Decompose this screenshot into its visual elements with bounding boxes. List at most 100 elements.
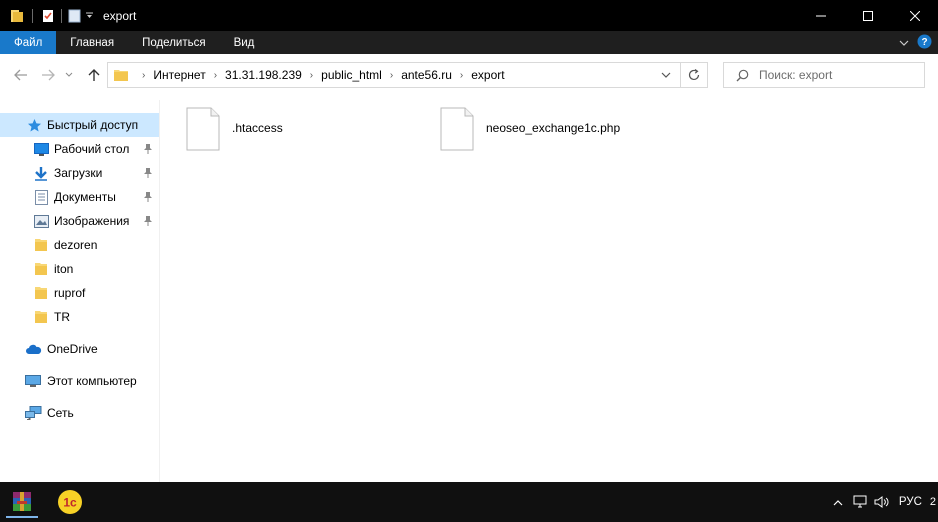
sidebar-item-tr[interactable]: TR xyxy=(0,305,159,329)
recent-locations-button[interactable] xyxy=(63,66,75,84)
title-bar: export xyxy=(0,0,938,31)
breadcrumb-public-html[interactable]: public_html xyxy=(321,68,382,82)
sidebar-item-label: Быстрый доступ xyxy=(47,118,139,132)
sidebar-item-iton[interactable]: iton xyxy=(0,257,159,281)
star-icon xyxy=(26,117,42,133)
expand-ribbon-icon[interactable] xyxy=(899,36,909,50)
chevron-down-icon xyxy=(661,72,671,78)
input-language-indicator[interactable]: РУС xyxy=(893,496,930,508)
up-arrow-icon xyxy=(88,69,100,81)
sidebar-item-pictures[interactable]: Изображения xyxy=(0,209,159,233)
sidebar-item-label: Сеть xyxy=(47,406,74,420)
folder-icon xyxy=(33,261,49,277)
sidebar-item-label: ruprof xyxy=(54,286,86,300)
folder-icon xyxy=(114,70,128,81)
winrar-icon xyxy=(13,492,31,511)
pin-icon[interactable] xyxy=(143,143,153,155)
search-icon xyxy=(736,69,749,81)
chevron-right-icon[interactable]: › xyxy=(310,70,313,81)
pin-icon[interactable] xyxy=(143,191,153,203)
show-hidden-icons-button[interactable] xyxy=(827,482,849,522)
chevron-right-icon[interactable]: › xyxy=(214,70,217,81)
sidebar-item-label: Этот компьютер xyxy=(47,374,137,388)
folder-icon xyxy=(33,285,49,301)
taskbar: 1c РУС 2 xyxy=(0,482,938,522)
sidebar-item-ruprof[interactable]: ruprof xyxy=(0,281,159,305)
taskbar-winrar[interactable] xyxy=(2,486,42,518)
tab-home[interactable]: Главная xyxy=(56,31,128,54)
chevron-down-icon xyxy=(65,72,73,77)
sidebar-item-quick-access[interactable]: Быстрый доступ xyxy=(0,113,159,137)
tab-file[interactable]: Файл xyxy=(0,31,57,54)
sidebar-item-label: iton xyxy=(54,262,74,276)
search-box[interactable] xyxy=(723,62,925,88)
network-status-icon xyxy=(853,495,867,508)
properties-icon[interactable] xyxy=(40,8,56,24)
sidebar-item-network[interactable]: Сеть xyxy=(0,401,159,425)
ribbon-tabs: Файл Главная Поделиться Вид ? xyxy=(0,31,938,54)
pictures-icon xyxy=(33,213,49,229)
sidebar-item-desktop[interactable]: Рабочий стол xyxy=(0,137,159,161)
help-icon[interactable]: ? xyxy=(917,34,932,52)
minimize-icon xyxy=(815,15,826,16)
sidebar-item-documents[interactable]: Документы xyxy=(0,185,159,209)
address-bar[interactable]: › Интернет › 31.31.198.239 › public_html… xyxy=(107,62,681,88)
breadcrumb-domain[interactable]: ante56.ru xyxy=(401,68,452,82)
pin-icon[interactable] xyxy=(143,215,153,227)
svg-text:?: ? xyxy=(921,37,927,48)
back-button[interactable] xyxy=(11,66,31,84)
cloud-icon xyxy=(24,341,42,357)
customize-toolbar-icon[interactable] xyxy=(83,8,95,24)
new-folder-icon[interactable] xyxy=(67,8,83,24)
folder-icon xyxy=(33,237,49,253)
sidebar-item-label: Изображения xyxy=(54,214,130,228)
sidebar-item-label: TR xyxy=(54,310,70,324)
address-dropdown-button[interactable] xyxy=(653,62,679,88)
minimize-button[interactable] xyxy=(797,0,844,31)
file-name: .htaccess xyxy=(232,121,283,135)
file-list: .htaccess neoseo_exchange1c.php xyxy=(161,100,938,482)
navigation-pane: Быстрый доступ Рабочий стол Загрузки Док… xyxy=(0,100,160,482)
sidebar-item-label: dezoren xyxy=(54,238,98,252)
chevron-right-icon[interactable]: › xyxy=(460,70,463,81)
breadcrumb: › Интернет › 31.31.198.239 › public_html… xyxy=(134,68,505,82)
network-status-button[interactable] xyxy=(849,482,871,522)
sidebar-item-downloads[interactable]: Загрузки xyxy=(0,161,159,185)
file-icon xyxy=(440,107,474,151)
taskbar-1c[interactable]: 1c xyxy=(50,486,90,518)
maximize-button[interactable] xyxy=(844,0,891,31)
volume-button[interactable] xyxy=(871,482,893,522)
download-icon xyxy=(33,165,49,181)
refresh-button[interactable] xyxy=(681,62,708,88)
breadcrumb-internet[interactable]: Интернет xyxy=(153,68,205,82)
tab-view[interactable]: Вид xyxy=(220,31,269,54)
file-item-htaccess[interactable]: .htaccess xyxy=(186,107,283,151)
forward-arrow-icon xyxy=(42,69,55,81)
tab-share[interactable]: Поделиться xyxy=(128,31,220,54)
file-item-neoseo-exchange[interactable]: neoseo_exchange1c.php xyxy=(440,107,620,151)
file-name: neoseo_exchange1c.php xyxy=(486,121,621,135)
breadcrumb-current[interactable]: export xyxy=(471,68,504,82)
chevron-right-icon[interactable]: › xyxy=(142,70,145,81)
folder-icon[interactable] xyxy=(9,8,25,24)
chevron-right-icon[interactable]: › xyxy=(390,70,393,81)
desktop-icon xyxy=(33,141,49,157)
maximize-icon xyxy=(862,10,873,21)
sidebar-item-label: Рабочий стол xyxy=(54,142,130,156)
up-button[interactable] xyxy=(84,66,104,84)
sidebar-item-this-pc[interactable]: Этот компьютер xyxy=(0,369,159,393)
network-icon xyxy=(24,405,42,421)
sidebar-item-onedrive[interactable]: OneDrive xyxy=(0,337,159,361)
search-input[interactable] xyxy=(759,68,909,82)
quick-access-toolbar xyxy=(0,0,95,31)
sidebar-item-dezoren[interactable]: dezoren xyxy=(0,233,159,257)
pin-icon[interactable] xyxy=(143,167,153,179)
sidebar-item-label: OneDrive xyxy=(47,342,98,356)
close-button[interactable] xyxy=(891,0,938,31)
forward-button[interactable] xyxy=(38,66,58,84)
sidebar-item-label: Загрузки xyxy=(54,166,103,180)
speaker-icon xyxy=(874,496,889,508)
breadcrumb-ip[interactable]: 31.31.198.239 xyxy=(225,68,302,82)
folder-icon xyxy=(33,309,49,325)
clock-partial[interactable]: 2 xyxy=(930,496,938,508)
